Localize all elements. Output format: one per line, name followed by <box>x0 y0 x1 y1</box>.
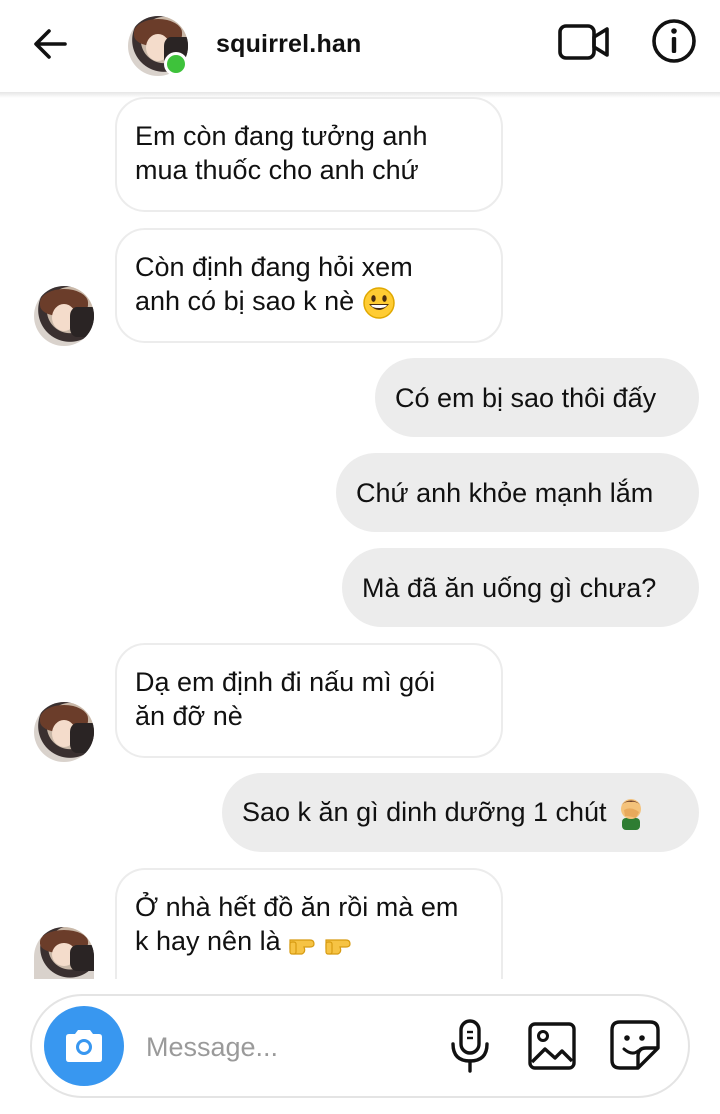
message-input[interactable] <box>146 1024 426 1070</box>
incoming-message[interactable]: Em còn đang tưởng anh mua thuốc cho anh … <box>115 97 503 212</box>
incoming-message[interactable]: Còn định đang hỏi xem anh có bị sao k nè <box>115 228 503 343</box>
message-text: Chứ anh khỏe mạnh lắm <box>356 477 654 508</box>
incoming-message[interactable]: Dạ em định đi nấu mì gói ăn đỡ nè <box>115 643 503 758</box>
outgoing-message[interactable]: Có em bị sao thôi đấy <box>375 358 699 437</box>
back-button[interactable] <box>28 22 72 66</box>
message-line: Còn định đang hỏi xem <box>135 252 413 282</box>
message-text: Có em bị sao thôi đấy <box>395 382 657 413</box>
message-text: Mà đã ăn uống gì chưa? <box>362 572 657 603</box>
message-line: Ở nhà hết đồ ăn rồi mà em <box>135 892 459 922</box>
voice-message-button[interactable] <box>448 1018 492 1074</box>
outgoing-message[interactable]: Sao k ăn gì dinh dưỡng 1 chút <box>222 773 699 852</box>
sticker-icon <box>610 1020 660 1070</box>
message-line: mua thuốc cho anh chứ <box>135 155 419 185</box>
message-line: k hay nên là <box>135 926 281 956</box>
info-icon <box>652 19 696 63</box>
conversation-info-button[interactable] <box>650 17 698 65</box>
message-line: Em còn đang tưởng anh <box>135 121 428 151</box>
message-line: anh có bị sao k nè <box>135 286 355 316</box>
contact-username[interactable]: squirrel.han <box>216 30 362 59</box>
message-line: ăn đỡ nè <box>135 701 243 731</box>
message-text: Sao k ăn gì dinh dưỡng 1 chút <box>242 796 607 827</box>
sender-avatar[interactable] <box>34 702 94 762</box>
sticker-button[interactable] <box>608 1018 662 1072</box>
message-line: Dạ em định đi nấu mì gói <box>135 667 436 697</box>
outgoing-message[interactable]: Mà đã ăn uống gì chưa? <box>342 548 699 627</box>
facepalm-emoji <box>621 799 642 831</box>
sender-avatar[interactable] <box>34 927 94 979</box>
gallery-button[interactable] <box>526 1020 578 1072</box>
video-call-button[interactable] <box>557 20 611 64</box>
pointing-fingers-emoji <box>289 939 351 955</box>
grinning-face-emoji <box>362 287 395 319</box>
microphone-icon <box>451 1019 489 1073</box>
outgoing-message[interactable]: Chứ anh khỏe mạnh lắm <box>336 453 699 532</box>
video-camera-icon <box>558 24 609 60</box>
camera-button[interactable] <box>44 1006 124 1086</box>
sender-avatar[interactable] <box>34 286 94 346</box>
camera-icon <box>66 1030 102 1062</box>
online-status-dot <box>164 52 188 76</box>
chat-header: squirrel.han <box>0 0 720 92</box>
incoming-message[interactable]: Ở nhà hết đồ ăn rồi mà em k hay nên là <box>115 868 503 979</box>
arrow-left-icon <box>34 29 67 59</box>
image-icon <box>528 1022 576 1070</box>
